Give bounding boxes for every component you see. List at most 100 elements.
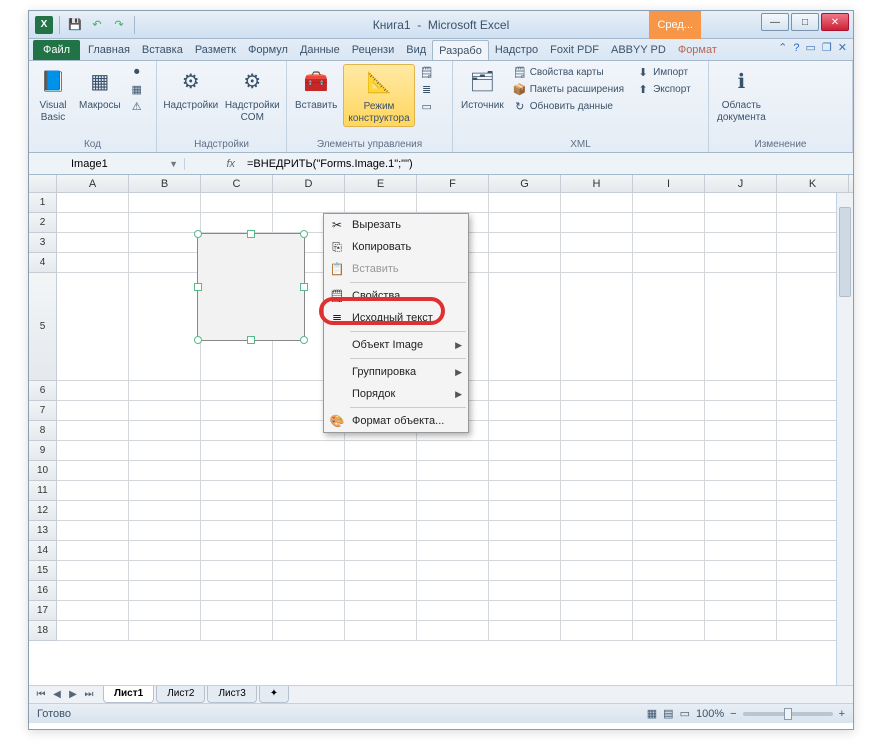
cell[interactable] [561,561,633,581]
cell[interactable] [705,421,777,441]
cell[interactable] [273,441,345,461]
row-header[interactable]: 17 [29,601,57,621]
cell[interactable] [489,461,561,481]
cell[interactable] [129,481,201,501]
qat-undo-icon[interactable]: ↶ [88,16,106,34]
close-button[interactable]: ✕ [821,13,849,31]
cell[interactable] [633,193,705,213]
resize-handle[interactable] [194,283,202,291]
cell[interactable] [345,561,417,581]
doc-restore-icon[interactable]: ❐ [822,41,832,54]
row-header[interactable]: 15 [29,561,57,581]
cell[interactable] [345,601,417,621]
expansion-packs-button[interactable]: 📦Пакеты расширения [510,81,627,97]
doc-close-icon[interactable]: ✕ [838,41,847,54]
resize-handle[interactable] [300,230,308,238]
cell[interactable] [561,421,633,441]
cell[interactable] [345,193,417,213]
cell[interactable] [57,501,129,521]
cell[interactable] [633,541,705,561]
cell[interactable] [201,193,273,213]
cell[interactable] [57,273,129,381]
cell[interactable] [633,233,705,253]
cell[interactable] [417,501,489,521]
cell[interactable] [57,481,129,501]
cell[interactable] [345,501,417,521]
cell[interactable] [633,461,705,481]
zoom-slider[interactable] [743,712,833,716]
context-menu-item[interactable]: Группировка▶ [324,361,468,383]
cell[interactable] [201,541,273,561]
cell[interactable] [201,381,273,401]
cell[interactable] [561,253,633,273]
cell[interactable] [705,401,777,421]
cell[interactable] [417,461,489,481]
cell[interactable] [489,521,561,541]
com-addins-button[interactable]: ⚙Надстройки COM [223,64,283,125]
file-tab[interactable]: Файл [33,40,80,60]
cell[interactable] [129,401,201,421]
addins-button[interactable]: ⚙Надстройки [161,64,221,114]
col-header[interactable]: E [345,175,417,192]
row-header[interactable]: 5 [29,273,57,381]
cell[interactable] [489,213,561,233]
cell[interactable] [633,441,705,461]
cell[interactable] [201,501,273,521]
cell[interactable] [57,193,129,213]
xml-export-button[interactable]: ⬆Экспорт [633,81,694,97]
cell[interactable] [633,481,705,501]
context-menu-item[interactable]: ✂Вырезать [324,214,468,236]
cell[interactable] [57,521,129,541]
tab-developer[interactable]: Разрабо [432,40,489,60]
record-macro-button[interactable]: ⏺ [127,64,147,80]
cell[interactable] [561,213,633,233]
cell[interactable] [201,481,273,501]
properties-button[interactable]: 🗒 [417,64,437,80]
cell[interactable] [273,621,345,641]
cell[interactable] [633,253,705,273]
name-box[interactable]: Image1▼ [65,158,185,170]
cell[interactable] [705,253,777,273]
tab-format[interactable]: Формат [672,40,723,60]
row-header[interactable]: 10 [29,461,57,481]
cell[interactable] [705,233,777,253]
cell[interactable] [489,253,561,273]
cell[interactable] [705,273,777,381]
cell[interactable] [201,441,273,461]
view-layout-icon[interactable]: ▤ [663,707,673,720]
cell[interactable] [489,481,561,501]
cell[interactable] [633,601,705,621]
view-code-button[interactable]: ≣ [417,81,437,97]
select-all-corner[interactable] [29,175,57,192]
cell[interactable] [705,193,777,213]
col-header[interactable]: A [57,175,129,192]
cell[interactable] [345,481,417,501]
cell[interactable] [417,561,489,581]
tab-layout[interactable]: Разметк [189,40,242,60]
cell[interactable] [705,501,777,521]
sheet-nav-next-icon[interactable]: ▶ [65,689,81,700]
resize-handle[interactable] [247,230,255,238]
worksheet-grid[interactable]: A B C D E F G H I J K 123456789101112131… [29,175,853,685]
cell[interactable] [705,541,777,561]
design-mode-button[interactable]: 📐Режим конструктора [343,64,414,127]
row-header[interactable]: 8 [29,421,57,441]
cell[interactable] [273,601,345,621]
cell[interactable] [57,581,129,601]
col-header[interactable]: J [705,175,777,192]
row-header[interactable]: 14 [29,541,57,561]
cell[interactable] [561,481,633,501]
cell[interactable] [633,501,705,521]
col-header[interactable]: I [633,175,705,192]
sheet-tab[interactable]: Лист1 [103,686,154,703]
cell[interactable] [417,581,489,601]
cell[interactable] [345,581,417,601]
cell[interactable] [129,381,201,401]
macro-security-button[interactable]: ⚠ [127,98,147,114]
cell[interactable] [345,621,417,641]
row-header[interactable]: 6 [29,381,57,401]
cell[interactable] [633,561,705,581]
help-icon[interactable]: ? [793,42,799,54]
col-header[interactable]: F [417,175,489,192]
resize-handle[interactable] [300,336,308,344]
